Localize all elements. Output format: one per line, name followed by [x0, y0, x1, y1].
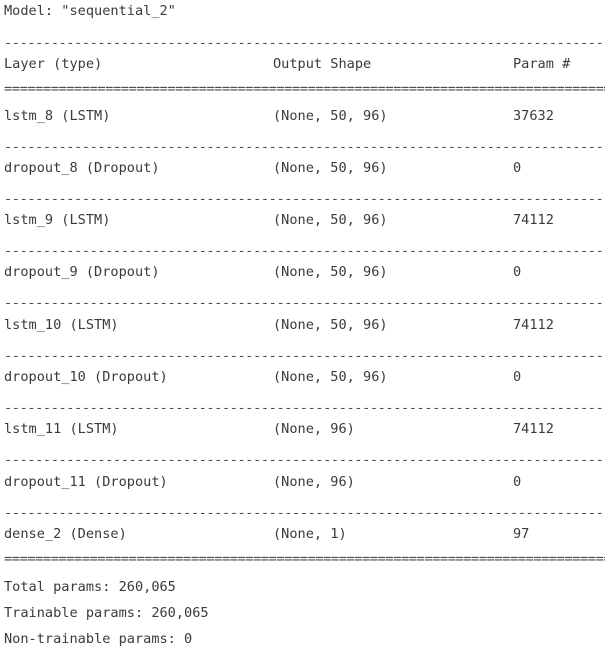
table-row-params: 74112 [513, 212, 554, 228]
table-row-shape: (None, 50, 96) [273, 160, 388, 176]
separator-dash: ----------------------------------------… [4, 506, 605, 520]
table-row-shape: (None, 50, 96) [273, 212, 388, 228]
table-row-layer: dropout_11 (Dropout) [4, 474, 168, 490]
separator-dash: ----------------------------------------… [4, 140, 605, 154]
header-layer-type: Layer (type) [4, 56, 103, 72]
header-output-shape: Output Shape [273, 56, 372, 72]
header-param-count: Param # [513, 56, 571, 72]
separator-equal: ========================================… [4, 82, 605, 96]
total-params: Total params: 260,065 [4, 579, 176, 595]
non-trainable-params: Non-trainable params: 0 [4, 631, 193, 647]
table-row-layer: lstm_10 (LSTM) [4, 317, 119, 333]
table-row-layer: lstm_9 (LSTM) [4, 212, 111, 228]
separator-dash: ----------------------------------------… [4, 453, 605, 467]
table-row-params: 0 [513, 264, 522, 280]
table-row-shape: (None, 96) [273, 474, 355, 490]
table-row-shape: (None, 50, 96) [273, 108, 388, 124]
table-row-layer: lstm_11 (LSTM) [4, 421, 119, 437]
table-row-shape: (None, 50, 96) [273, 369, 388, 385]
table-row-params: 0 [513, 369, 522, 385]
table-row-shape: (None, 50, 96) [273, 317, 388, 333]
table-row-layer: dropout_10 (Dropout) [4, 369, 168, 385]
table-row-shape: (None, 50, 96) [273, 264, 388, 280]
table-row-shape: (None, 96) [273, 421, 355, 437]
model-summary: Model: "sequential_2" ------------------… [4, 0, 609, 653]
separator-dash: ----------------------------------------… [4, 36, 605, 50]
table-row-shape: (None, 1) [273, 526, 347, 542]
model-name-line: Model: "sequential_2" [4, 3, 176, 19]
table-row-layer: dropout_8 (Dropout) [4, 160, 160, 176]
table-row-layer: dense_2 (Dense) [4, 526, 127, 542]
table-row-params: 0 [513, 474, 522, 490]
separator-dash: ----------------------------------------… [4, 401, 605, 415]
table-row-params: 74112 [513, 317, 554, 333]
table-row-layer: dropout_9 (Dropout) [4, 264, 160, 280]
separator-dash: ----------------------------------------… [4, 296, 605, 310]
table-row-params: 37632 [513, 108, 554, 124]
table-row-params: 0 [513, 160, 522, 176]
table-row-params: 74112 [513, 421, 554, 437]
separator-equal: ========================================… [4, 552, 605, 566]
table-row-params: 97 [513, 526, 530, 542]
separator-dash: ----------------------------------------… [4, 244, 605, 258]
table-row-layer: lstm_8 (LSTM) [4, 108, 111, 124]
trainable-params: Trainable params: 260,065 [4, 605, 209, 621]
separator-dash: ----------------------------------------… [4, 349, 605, 363]
separator-dash: ----------------------------------------… [4, 192, 605, 206]
